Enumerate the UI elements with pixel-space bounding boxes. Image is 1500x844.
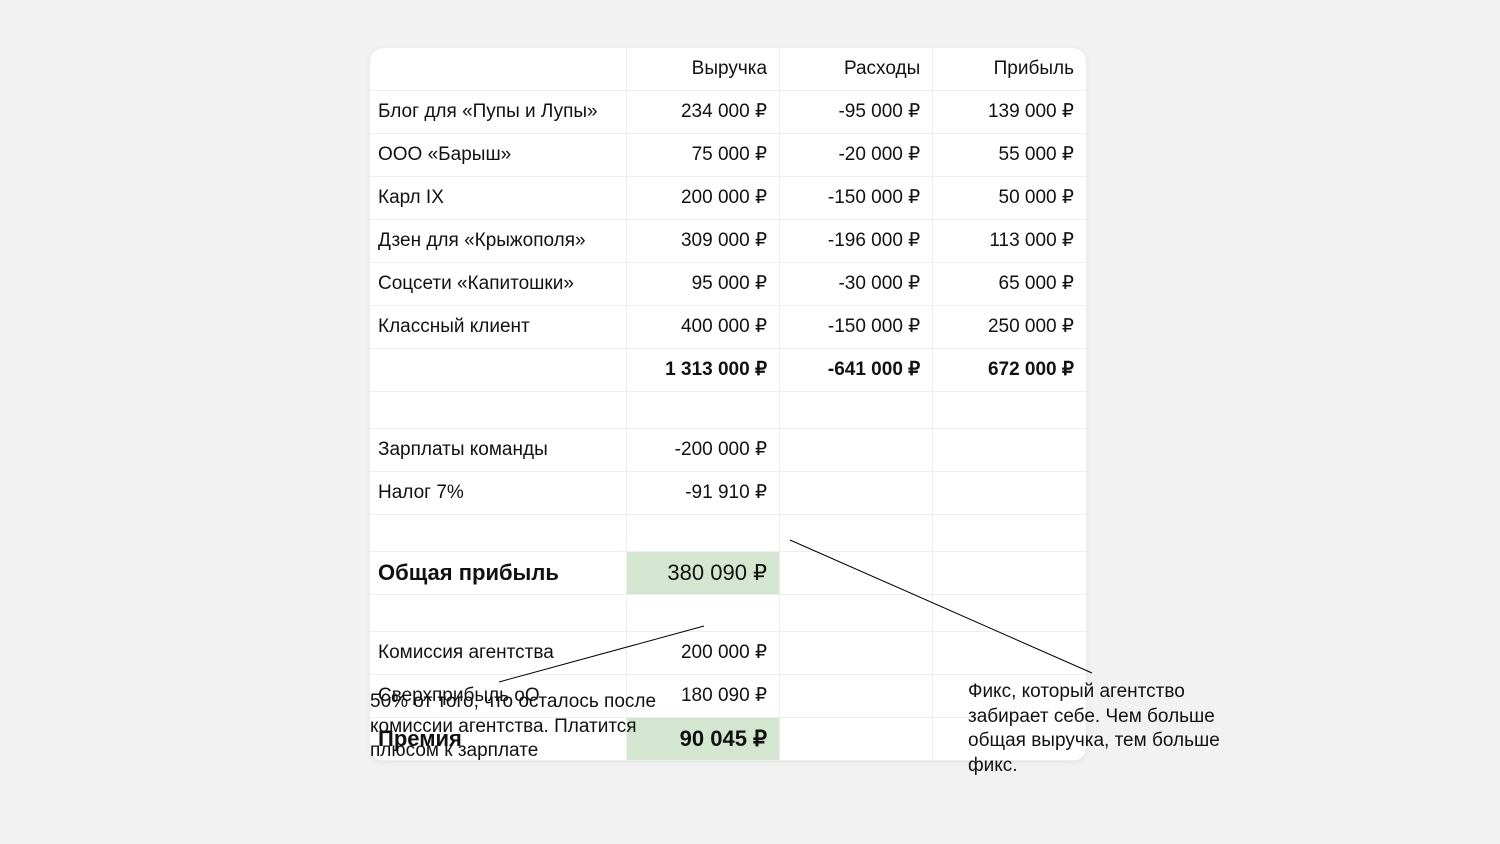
total-profit-label: Общая прибыль (370, 552, 626, 595)
spacer-row (370, 392, 1086, 429)
row-label: Блог для «Пупы и Лупы» (370, 91, 626, 134)
row-label: Соцсети «Капитошки» (370, 263, 626, 306)
table-row: Соцсети «Капитошки» 95 000 ₽ -30 000 ₽ 6… (370, 263, 1086, 306)
row-revenue: 400 000 ₽ (626, 306, 779, 349)
total-profit-row: Общая прибыль 380 090 ₽ (370, 552, 1086, 595)
table-row: ООО «Барыш» 75 000 ₽ -20 000 ₽ 55 000 ₽ (370, 134, 1086, 177)
row-expenses: -30 000 ₽ (780, 263, 933, 306)
table-row: Дзен для «Крыжополя» 309 000 ₽ -196 000 … (370, 220, 1086, 263)
annotation-agency-fee-explanation: Фикс, который агентство забирает себе. Ч… (968, 680, 1268, 779)
header-revenue: Выручка (626, 48, 779, 91)
annotation-bonus-explanation: 50% от того, что осталось после комиссии… (370, 690, 690, 764)
row-profit: 139 000 ₽ (933, 91, 1086, 134)
post-row: Комиссия агентства 200 000 ₽ (370, 632, 1086, 675)
row-label: ООО «Барыш» (370, 134, 626, 177)
row-expenses: -150 000 ₽ (780, 306, 933, 349)
row-expenses: -150 000 ₽ (780, 177, 933, 220)
row-label: Карл IX (370, 177, 626, 220)
totals-revenue: 1 313 000 ₽ (626, 349, 779, 392)
spacer-row (370, 515, 1086, 552)
row-expenses: -20 000 ₽ (780, 134, 933, 177)
spacer-row (370, 595, 1086, 632)
report-card: Выручка Расходы Прибыль Блог для «Пупы и… (370, 48, 1086, 761)
totals-profit: 672 000 ₽ (933, 349, 1086, 392)
deduction-label: Зарплаты команды (370, 429, 626, 472)
total-profit-value: 380 090 ₽ (626, 552, 779, 595)
report-canvas: Выручка Расходы Прибыль Блог для «Пупы и… (0, 0, 1500, 844)
deduction-value: -200 000 ₽ (626, 429, 779, 472)
table-row: Блог для «Пупы и Лупы» 234 000 ₽ -95 000… (370, 91, 1086, 134)
row-label: Дзен для «Крыжополя» (370, 220, 626, 263)
row-profit: 55 000 ₽ (933, 134, 1086, 177)
row-revenue: 95 000 ₽ (626, 263, 779, 306)
row-profit: 65 000 ₽ (933, 263, 1086, 306)
totals-row: 1 313 000 ₽ -641 000 ₽ 672 000 ₽ (370, 349, 1086, 392)
header-expenses: Расходы (780, 48, 933, 91)
row-label: Классный клиент (370, 306, 626, 349)
deduction-value: -91 910 ₽ (626, 472, 779, 515)
deduction-label: Налог 7% (370, 472, 626, 515)
header-row: Выручка Расходы Прибыль (370, 48, 1086, 91)
row-revenue: 75 000 ₽ (626, 134, 779, 177)
deduction-row: Налог 7% -91 910 ₽ (370, 472, 1086, 515)
deduction-row: Зарплаты команды -200 000 ₽ (370, 429, 1086, 472)
row-profit: 50 000 ₽ (933, 177, 1086, 220)
totals-label-blank (370, 349, 626, 392)
agency-fee-value: 200 000 ₽ (626, 632, 779, 675)
row-revenue: 234 000 ₽ (626, 91, 779, 134)
header-label-blank (370, 48, 626, 91)
row-profit: 113 000 ₽ (933, 220, 1086, 263)
table-row: Карл IX 200 000 ₽ -150 000 ₽ 50 000 ₽ (370, 177, 1086, 220)
row-expenses: -196 000 ₽ (780, 220, 933, 263)
row-profit: 250 000 ₽ (933, 306, 1086, 349)
pl-table: Выручка Расходы Прибыль Блог для «Пупы и… (370, 48, 1086, 761)
row-revenue: 200 000 ₽ (626, 177, 779, 220)
row-expenses: -95 000 ₽ (780, 91, 933, 134)
totals-expenses: -641 000 ₽ (780, 349, 933, 392)
post-label: Комиссия агентства (370, 632, 626, 675)
table-row: Классный клиент 400 000 ₽ -150 000 ₽ 250… (370, 306, 1086, 349)
row-revenue: 309 000 ₽ (626, 220, 779, 263)
header-profit: Прибыль (933, 48, 1086, 91)
